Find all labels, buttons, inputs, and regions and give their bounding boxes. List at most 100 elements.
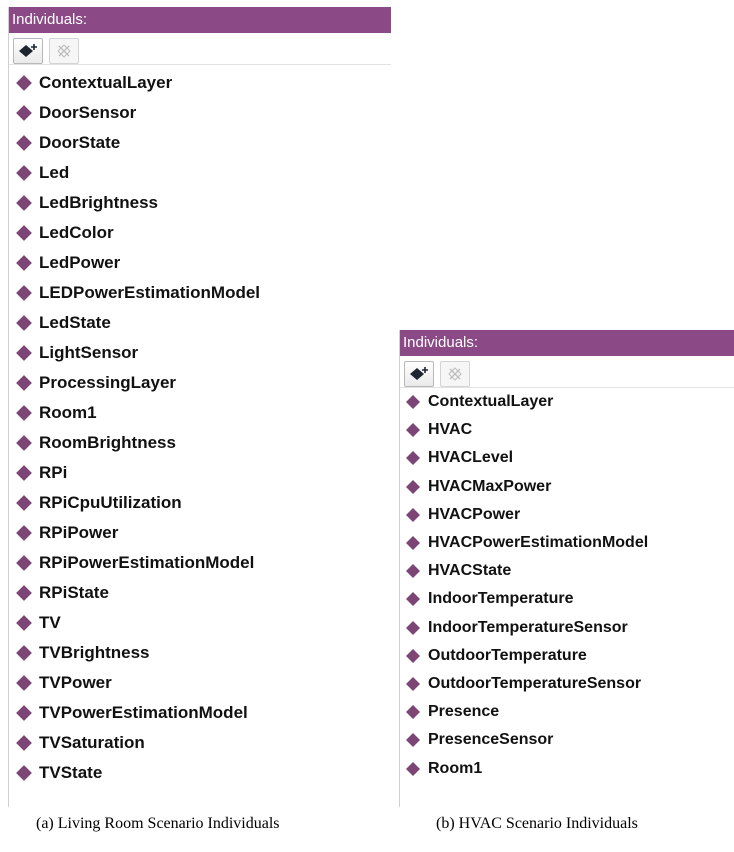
list-item[interactable]: Led	[9, 158, 391, 188]
individual-name: Room1	[39, 403, 97, 422]
individual-name: Presence	[428, 703, 500, 721]
list-item[interactable]: Room1	[9, 398, 391, 428]
individual-diamond-icon	[16, 615, 32, 631]
individual-diamond-icon	[16, 645, 32, 661]
individual-name: LedState	[39, 313, 111, 332]
list-item[interactable]: ProcessingLayer	[9, 368, 391, 398]
list-item[interactable]: HVAC	[400, 416, 734, 444]
individual-diamond-icon	[16, 255, 32, 271]
individual-diamond-icon	[16, 585, 32, 601]
individual-name: ProcessingLayer	[39, 373, 177, 392]
delete-individual-button[interactable]	[440, 360, 470, 387]
add-individual-icon	[410, 366, 428, 380]
list-item[interactable]: TV	[9, 608, 391, 638]
list-item[interactable]: RPiPowerEstimationModel	[9, 548, 391, 578]
individual-name: OutdoorTemperatureSensor	[428, 674, 642, 692]
list-item[interactable]: LedBrightness	[9, 188, 391, 218]
list-item[interactable]: PresenceSensor	[400, 726, 734, 754]
list-item[interactable]: LightSensor	[9, 338, 391, 368]
individual-diamond-icon	[406, 676, 420, 691]
list-item[interactable]: LedState	[9, 308, 391, 338]
add-individual-button[interactable]	[13, 37, 43, 64]
individual-name: RPi	[39, 463, 68, 482]
list-item[interactable]: HVACPower	[400, 501, 734, 529]
list-item[interactable]: RPiState	[9, 578, 391, 608]
list-item[interactable]: Presence	[400, 698, 734, 726]
list-item[interactable]: HVACState	[400, 557, 734, 585]
list-item[interactable]: HVACLevel	[400, 444, 734, 472]
individual-name: DoorSensor	[39, 103, 137, 122]
individual-diamond-icon	[16, 315, 32, 331]
individual-name: LedPower	[39, 253, 121, 272]
list-item[interactable]: DoorState	[9, 128, 391, 158]
individual-name: LEDPowerEstimationModel	[39, 283, 261, 302]
individual-diamond-icon	[406, 536, 420, 551]
add-individual-button[interactable]	[404, 360, 434, 387]
panel-header: Individuals:	[400, 330, 734, 356]
individual-name: HVACPowerEstimationModel	[428, 534, 649, 552]
individual-diamond-icon	[16, 765, 32, 781]
individual-diamond-icon	[406, 451, 420, 466]
individual-diamond-icon	[406, 648, 420, 663]
individuals-list: ContextualLayer HVAC HVACLevel HVACMaxPower…	[400, 388, 734, 783]
list-item[interactable]: TVState	[9, 758, 391, 788]
individual-diamond-icon	[16, 525, 32, 541]
individual-diamond-icon	[406, 620, 420, 635]
individual-diamond-icon	[16, 105, 32, 121]
individual-name: RPiPowerEstimationModel	[39, 553, 255, 572]
individual-diamond-icon	[16, 345, 32, 361]
individual-diamond-icon	[16, 375, 32, 391]
list-item[interactable]: OutdoorTemperature	[400, 642, 734, 670]
individual-diamond-icon	[406, 592, 420, 607]
individual-diamond-icon	[16, 435, 32, 451]
list-item[interactable]: LedColor	[9, 218, 391, 248]
list-item[interactable]: IndoorTemperatureSensor	[400, 614, 734, 642]
list-item[interactable]: ContextualLayer	[400, 388, 734, 416]
individual-name: IndoorTemperature	[428, 590, 574, 608]
individual-diamond-icon	[16, 225, 32, 241]
individual-name: TVBrightness	[39, 643, 150, 662]
individual-name: RoomBrightness	[39, 433, 176, 452]
delete-individual-button[interactable]	[49, 37, 79, 64]
list-item[interactable]: TVPower	[9, 668, 391, 698]
list-item[interactable]: OutdoorTemperatureSensor	[400, 670, 734, 698]
list-item[interactable]: ContextualLayer	[9, 68, 391, 98]
individual-name: RPiCpuUtilization	[39, 493, 182, 512]
list-item[interactable]: DoorSensor	[9, 98, 391, 128]
list-item[interactable]: RoomBrightness	[9, 428, 391, 458]
list-item[interactable]: TVPowerEstimationModel	[9, 698, 391, 728]
list-item[interactable]: LEDPowerEstimationModel	[9, 278, 391, 308]
individual-name: TVPowerEstimationModel	[39, 703, 248, 722]
individual-diamond-icon	[16, 195, 32, 211]
list-item[interactable]: RPiPower	[9, 518, 391, 548]
individual-name: TVState	[39, 763, 103, 782]
list-item[interactable]: RPiCpuUtilization	[9, 488, 391, 518]
individual-diamond-icon	[16, 135, 32, 151]
individual-name: DoorState	[39, 133, 121, 152]
list-item[interactable]: TVBrightness	[9, 638, 391, 668]
individual-name: ContextualLayer	[428, 393, 554, 411]
individual-diamond-icon	[406, 395, 420, 410]
individual-name: TVPower	[39, 673, 112, 692]
individuals-panel-living-room: Individuals: ContextualLayer DoorSensor Do…	[8, 7, 391, 807]
individual-diamond-icon	[406, 507, 420, 522]
list-item[interactable]: HVACPowerEstimationModel	[400, 529, 734, 557]
list-item[interactable]: TVSaturation	[9, 728, 391, 758]
delete-individual-icon	[57, 43, 71, 58]
individual-name: ContextualLayer	[39, 73, 173, 92]
individual-name: Room1	[428, 759, 483, 777]
list-item[interactable]: LedPower	[9, 248, 391, 278]
individual-name: TVSaturation	[39, 733, 145, 752]
individual-name: TV	[39, 613, 61, 632]
list-item[interactable]: Room1	[400, 754, 734, 782]
individual-name: LedColor	[39, 223, 114, 242]
list-item[interactable]: IndoorTemperature	[400, 585, 734, 613]
individual-diamond-icon	[406, 733, 420, 748]
individual-diamond-icon	[16, 75, 32, 91]
individual-name: PresenceSensor	[428, 731, 554, 749]
list-item[interactable]: RPi	[9, 458, 391, 488]
list-item[interactable]: HVACMaxPower	[400, 473, 734, 501]
individuals-list: ContextualLayer DoorSensor DoorState Led Led…	[9, 65, 391, 788]
caption-hvac: (b) HVAC Scenario Individuals	[436, 815, 638, 832]
individual-diamond-icon	[16, 555, 32, 571]
